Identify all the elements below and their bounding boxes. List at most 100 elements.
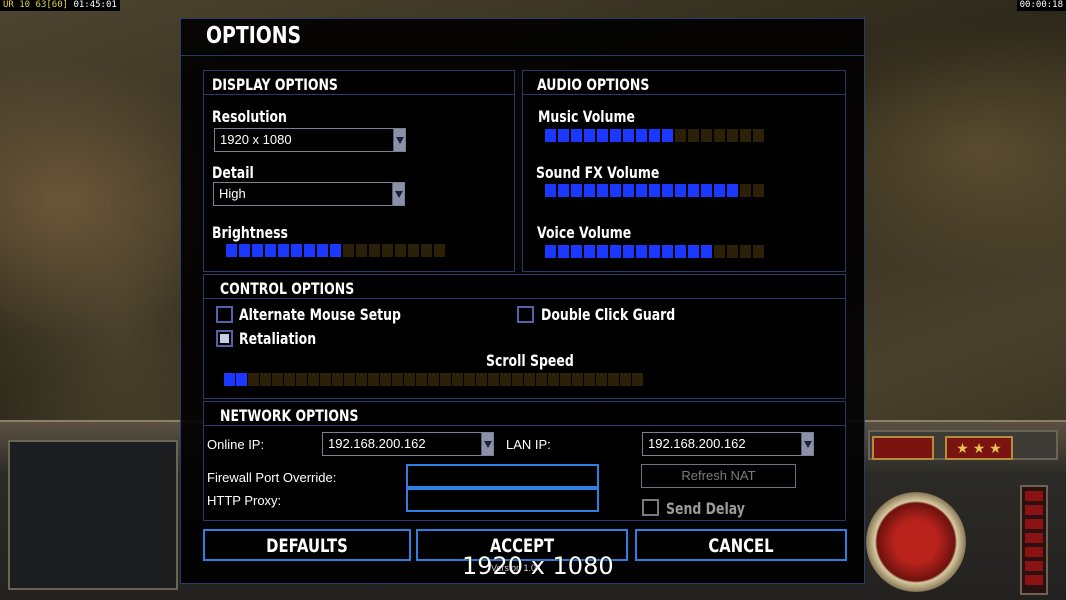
slider-segment[interactable] (343, 244, 354, 257)
slider-segment[interactable] (584, 184, 595, 197)
slider-segment[interactable] (636, 184, 647, 197)
slider-segment[interactable] (260, 373, 271, 386)
slider-segment[interactable] (558, 245, 569, 258)
alternate-mouse-label[interactable]: Alternate Mouse Setup (239, 305, 401, 324)
slider-segment[interactable] (597, 245, 608, 258)
brightness-slider[interactable] (226, 244, 445, 257)
chevron-down-icon[interactable] (393, 129, 405, 151)
slider-segment[interactable] (545, 245, 556, 258)
slider-segment[interactable] (320, 373, 331, 386)
slider-segment[interactable] (662, 184, 673, 197)
slider-segment[interactable] (623, 245, 634, 258)
slider-segment[interactable] (284, 373, 295, 386)
slider-segment[interactable] (596, 373, 607, 386)
slider-segment[interactable] (317, 244, 328, 257)
slider-segment[interactable] (688, 184, 699, 197)
slider-segment[interactable] (500, 373, 511, 386)
slider-segment[interactable] (356, 373, 367, 386)
slider-segment[interactable] (239, 244, 250, 257)
slider-segment[interactable] (662, 245, 673, 258)
slider-segment[interactable] (380, 373, 391, 386)
slider-segment[interactable] (382, 244, 393, 257)
slider-segment[interactable] (753, 184, 764, 197)
slider-segment[interactable] (701, 184, 712, 197)
slider-segment[interactable] (464, 373, 475, 386)
slider-segment[interactable] (395, 244, 406, 257)
slider-segment[interactable] (236, 373, 247, 386)
firewall-port-input[interactable] (406, 464, 599, 488)
slider-segment[interactable] (662, 129, 673, 142)
slider-segment[interactable] (368, 373, 379, 386)
double-click-guard-label[interactable]: Double Click Guard (541, 305, 675, 324)
slider-segment[interactable] (369, 244, 380, 257)
slider-segment[interactable] (584, 129, 595, 142)
slider-segment[interactable] (512, 373, 523, 386)
slider-segment[interactable] (452, 373, 463, 386)
chevron-down-icon[interactable] (481, 433, 493, 455)
slider-segment[interactable] (304, 244, 315, 257)
slider-segment[interactable] (675, 245, 686, 258)
sound-fx-volume-slider[interactable] (545, 184, 764, 197)
slider-segment[interactable] (610, 184, 621, 197)
slider-segment[interactable] (675, 129, 686, 142)
send-delay-checkbox[interactable] (642, 499, 659, 516)
slider-segment[interactable] (421, 244, 432, 257)
slider-segment[interactable] (545, 184, 556, 197)
slider-segment[interactable] (416, 373, 427, 386)
slider-segment[interactable] (727, 184, 738, 197)
slider-segment[interactable] (688, 129, 699, 142)
slider-segment[interactable] (610, 129, 621, 142)
slider-segment[interactable] (632, 373, 643, 386)
cancel-button[interactable]: CANCEL (635, 529, 847, 561)
slider-segment[interactable] (558, 129, 569, 142)
slider-segment[interactable] (649, 184, 660, 197)
defaults-button[interactable]: DEFAULTS (203, 529, 411, 561)
slider-segment[interactable] (571, 184, 582, 197)
slider-segment[interactable] (308, 373, 319, 386)
alternate-mouse-checkbox[interactable] (216, 306, 233, 323)
music-volume-slider[interactable] (545, 129, 764, 142)
slider-segment[interactable] (296, 373, 307, 386)
slider-segment[interactable] (753, 245, 764, 258)
slider-segment[interactable] (623, 129, 634, 142)
slider-segment[interactable] (753, 129, 764, 142)
slider-segment[interactable] (740, 129, 751, 142)
slider-segment[interactable] (714, 245, 725, 258)
slider-segment[interactable] (571, 245, 582, 258)
retaliation-checkbox[interactable] (216, 330, 233, 347)
chevron-down-icon[interactable] (801, 433, 813, 455)
slider-segment[interactable] (572, 373, 583, 386)
slider-segment[interactable] (636, 245, 647, 258)
slider-segment[interactable] (524, 373, 535, 386)
slider-segment[interactable] (272, 373, 283, 386)
slider-segment[interactable] (265, 244, 276, 257)
slider-segment[interactable] (649, 129, 660, 142)
slider-segment[interactable] (226, 244, 237, 257)
online-ip-dropdown[interactable]: 192.168.200.162 (322, 432, 494, 456)
slider-segment[interactable] (701, 245, 712, 258)
slider-segment[interactable] (727, 245, 738, 258)
slider-segment[interactable] (224, 373, 235, 386)
slider-segment[interactable] (560, 373, 571, 386)
slider-segment[interactable] (344, 373, 355, 386)
slider-segment[interactable] (428, 373, 439, 386)
slider-segment[interactable] (620, 373, 631, 386)
slider-segment[interactable] (248, 373, 259, 386)
http-proxy-input[interactable] (406, 488, 599, 512)
slider-segment[interactable] (727, 129, 738, 142)
slider-segment[interactable] (584, 245, 595, 258)
slider-segment[interactable] (548, 373, 559, 386)
slider-segment[interactable] (440, 373, 451, 386)
double-click-guard-checkbox[interactable] (517, 306, 534, 323)
retaliation-label[interactable]: Retaliation (239, 329, 316, 348)
slider-segment[interactable] (545, 129, 556, 142)
resolution-dropdown[interactable]: 1920 x 1080 (214, 128, 406, 152)
slider-segment[interactable] (434, 244, 445, 257)
detail-dropdown[interactable]: High (213, 182, 405, 206)
slider-segment[interactable] (597, 184, 608, 197)
slider-segment[interactable] (291, 244, 302, 257)
slider-segment[interactable] (356, 244, 367, 257)
chevron-down-icon[interactable] (392, 183, 404, 205)
slider-segment[interactable] (649, 245, 660, 258)
slider-segment[interactable] (701, 129, 712, 142)
